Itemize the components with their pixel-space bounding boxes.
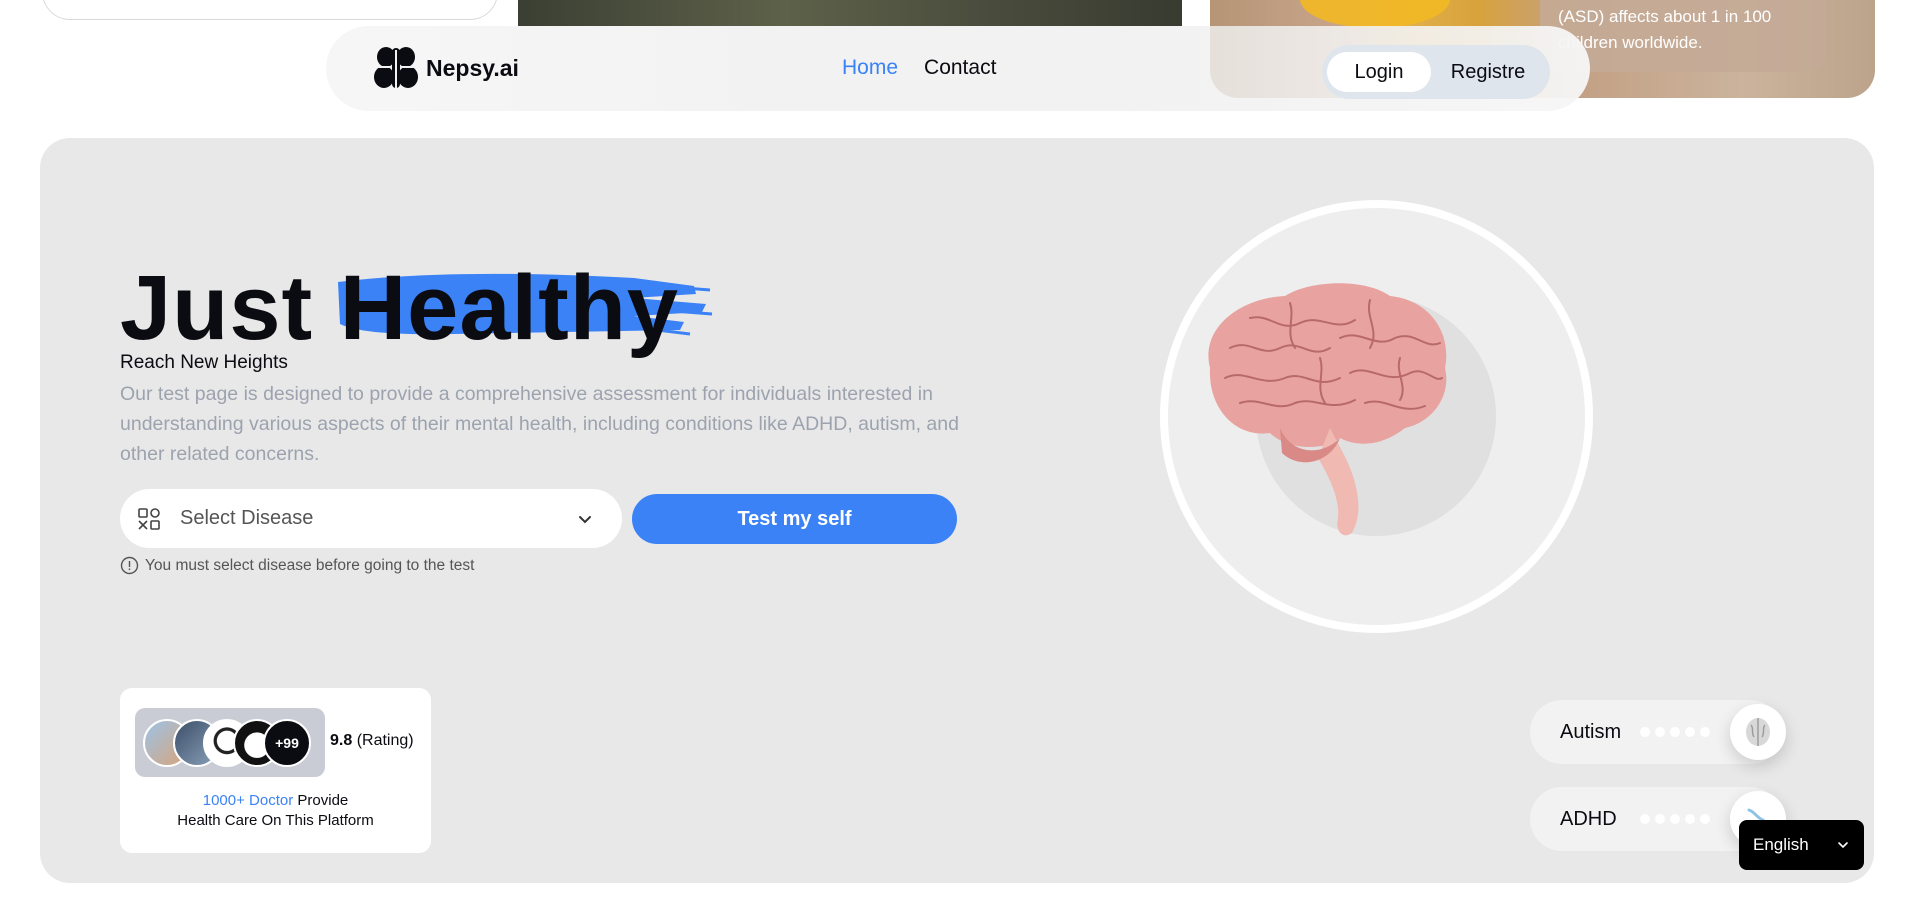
doctors-line2: Health Care On This Platform xyxy=(177,812,374,829)
brand-logo-icon xyxy=(374,47,418,88)
toy-image xyxy=(1300,0,1450,28)
doctor-avatars: +99 xyxy=(135,708,325,777)
doctors-info: 1000+ Doctor Provide Health Care On This… xyxy=(120,791,431,831)
categories-icon xyxy=(138,507,160,530)
doctors-line1-rest: Provide xyxy=(297,792,349,809)
chevron-down-icon xyxy=(579,515,591,523)
rating-suffix: (Rating) xyxy=(356,732,414,749)
test-myself-button[interactable]: Test my self xyxy=(632,494,957,544)
brand[interactable]: Nepsy.ai xyxy=(372,44,519,92)
brand-name: Nepsy.ai xyxy=(426,54,519,81)
headline-plain: Just xyxy=(120,257,314,359)
hero-section: Just Healthy Reach New Heights Our test … xyxy=(40,138,1874,883)
language-selector[interactable]: English xyxy=(1739,820,1864,870)
condition-label: Autism xyxy=(1560,720,1622,743)
register-button[interactable]: Registre xyxy=(1431,52,1545,92)
loading-dots xyxy=(1640,727,1710,737)
rating-score: 9.8 xyxy=(330,732,353,749)
brain-thumb-icon xyxy=(1730,704,1786,760)
rating-card: +99 9.8 (Rating) 1000+ Doctor Provide He… xyxy=(120,688,431,853)
brain-illustration xyxy=(1208,283,1447,536)
asd-fact-text: (ASD) affects about 1 in 100 children wo… xyxy=(1558,7,1772,52)
hero-description: Our test page is designed to provide a c… xyxy=(120,383,959,465)
headline-highlight-text: Healthy xyxy=(339,257,680,359)
select-hint-text: You must select disease before going to … xyxy=(145,556,475,574)
hero-headline: Just Healthy xyxy=(120,256,712,361)
login-button[interactable]: Login xyxy=(1327,52,1431,92)
hero-subtitle: Reach New Heights xyxy=(120,352,288,373)
rating-value: 9.8 (Rating) xyxy=(330,732,414,750)
chevron-down-icon xyxy=(1838,842,1848,849)
loading-dots xyxy=(1640,814,1710,824)
disease-select-value: Select Disease xyxy=(180,507,314,529)
select-hint: You must select disease before going to … xyxy=(120,556,474,575)
headline-highlight: Healthy xyxy=(337,256,712,361)
doctors-count: 1000+ Doctor xyxy=(202,792,294,809)
avatar-more-count: +99 xyxy=(263,719,311,767)
condition-pill-autism[interactable]: Autism xyxy=(1530,700,1786,764)
condition-label: ADHD xyxy=(1560,807,1617,830)
top-navbar: Nepsy.ai Home Contact Login Registre xyxy=(326,26,1590,111)
nav-link-contact[interactable]: Contact xyxy=(924,56,996,80)
background-photo xyxy=(518,0,1182,26)
nav-links: Home Contact xyxy=(842,56,996,80)
language-label: English xyxy=(1753,835,1809,854)
auth-group: Login Registre xyxy=(1322,45,1550,99)
info-circle-icon xyxy=(120,556,139,575)
nav-link-home[interactable]: Home xyxy=(842,56,898,80)
background-card xyxy=(42,0,498,20)
disease-select[interactable]: Select Disease xyxy=(120,489,622,548)
